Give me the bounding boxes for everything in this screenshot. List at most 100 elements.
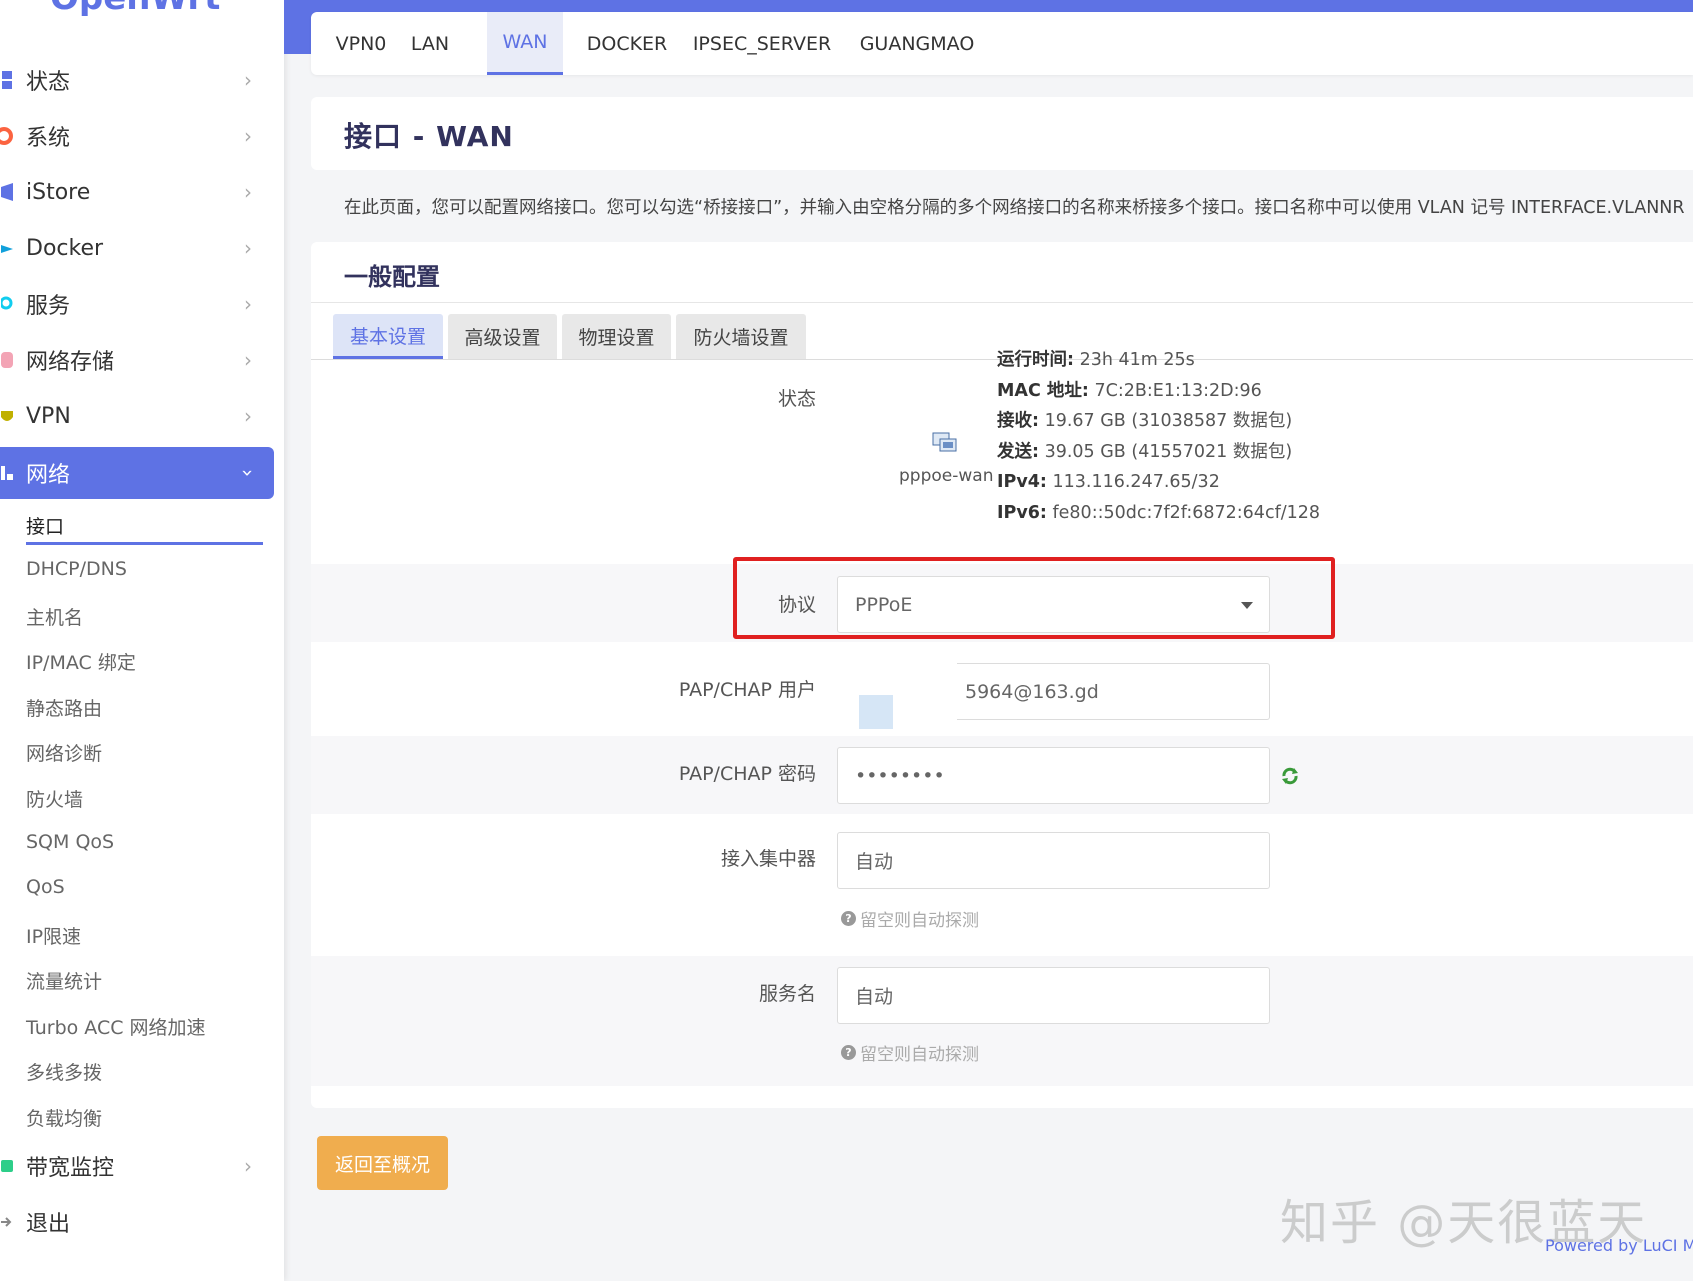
gear-icon (0, 126, 14, 146)
tab-lan[interactable]: LAN (398, 12, 462, 75)
status-details: 运行时间: 23h 41m 25s MAC 地址: 7C:2B:E1:13:2D… (997, 345, 1320, 528)
docker-icon (0, 238, 14, 258)
subtab-advanced[interactable]: 高级设置 (448, 314, 557, 359)
sidebar-item-label: 服务 (26, 294, 71, 319)
chevron-right-icon: › (244, 404, 252, 428)
subtab-physical[interactable]: 物理设置 (562, 314, 671, 359)
interface-tabs: VPN0 LAN WAN DOCKER IPSEC_SERVER GUANGMA… (311, 12, 1693, 75)
general-config-card: 一般配置 基本设置 高级设置 物理设置 防火墙设置 状态 pppoe-wan 运… (311, 242, 1693, 1108)
back-to-overview-button[interactable]: 返回至概况 (317, 1136, 448, 1190)
sidebar-item-bandwidth[interactable]: 带宽监控 › (0, 1140, 274, 1192)
services-icon (0, 294, 14, 314)
status-label: 状态 (777, 388, 816, 410)
sidebar-item-vpn[interactable]: VPN › (0, 390, 274, 442)
chevron-right-icon: › (244, 348, 252, 372)
status-uptime: 运行时间: 23h 41m 25s (997, 350, 1195, 370)
active-underline (26, 542, 263, 545)
status-tx: 发送: 39.05 GB (41557021 数据包) (997, 441, 1293, 462)
concentrator-hint: ? 留空则自动探测 (841, 906, 979, 931)
sidebar-sub-ipmac[interactable]: IP/MAC 绑定 (26, 648, 136, 675)
chevron-right-icon: › (244, 180, 252, 204)
sidebar-sub-turboacc[interactable]: Turbo ACC 网络加速 (26, 1013, 206, 1040)
section-title: 一般配置 (344, 263, 440, 291)
concentrator-input[interactable]: 自动 (837, 832, 1270, 889)
sidebar-item-label: 网络 (26, 463, 71, 488)
sidebar-sub-sqm[interactable]: SQM QoS (26, 831, 114, 853)
chevron-right-icon: › (244, 1154, 252, 1178)
sidebar-item-label: 网络存储 (26, 350, 115, 375)
divider (311, 302, 1693, 303)
page-description: 在此页面，您可以配置网络接口。您可以勾选“桥接接口”，并输入由空格分隔的多个网络… (344, 198, 1693, 218)
logo: OpenWrt (50, 0, 220, 18)
password-label: PAP/CHAP 密码 (678, 763, 816, 785)
cube-icon (0, 182, 14, 202)
database-icon (0, 350, 14, 370)
tab-docker[interactable]: DOCKER (572, 12, 682, 75)
sidebar-sub-multidial[interactable]: 多线多拨 (26, 1058, 102, 1085)
monitor-icon (0, 1156, 14, 1176)
service-hint: ? 留空则自动探测 (841, 1040, 979, 1065)
network-icon (0, 463, 14, 483)
sidebar-sub-traffic[interactable]: 流量统计 (26, 967, 102, 994)
service-input[interactable]: 自动 (837, 967, 1270, 1024)
password-value: •••••••• (855, 764, 945, 787)
sidebar-item-docker[interactable]: Docker › (0, 222, 274, 274)
sidebar-item-storage[interactable]: 网络存储 › (0, 334, 274, 386)
sidebar-item-network[interactable]: 网络 › (0, 447, 274, 499)
tab-ipsec-server[interactable]: IPSEC_SERVER (684, 12, 840, 75)
dashboard-icon (0, 70, 14, 90)
sidebar: OpenWrt 状态 › 系统 › iStore › Docker › 服务 ›… (0, 0, 284, 1281)
status-ipv4: IPv4: 113.116.247.65/32 (997, 472, 1220, 492)
title-card: 接口 - WAN (311, 97, 1693, 170)
sidebar-sub-dhcp[interactable]: DHCP/DNS (26, 558, 127, 580)
subtab-basic[interactable]: 基本设置 (333, 314, 443, 359)
chevron-right-icon: › (244, 292, 252, 316)
concentrator-label: 接入集中器 (720, 848, 816, 870)
sidebar-sub-diagnostics[interactable]: 网络诊断 (26, 739, 102, 766)
sidebar-item-label: 带宽监控 (26, 1156, 115, 1181)
status-ipv6: IPv6: fe80::50dc:7f2f:6872:64cf/128 (997, 502, 1321, 523)
sidebar-item-label: 状态 (26, 70, 71, 95)
service-placeholder: 自动 (855, 986, 894, 1008)
sidebar-item-label: iStore (26, 179, 91, 205)
help-icon: ? (841, 911, 856, 926)
sidebar-sub-hostnames[interactable]: 主机名 (26, 603, 83, 630)
sidebar-sub-interfaces[interactable]: 接口 (26, 512, 64, 539)
sidebar-item-logout[interactable]: 退出 (0, 1196, 274, 1248)
chevron-right-icon: › (244, 236, 252, 260)
sidebar-item-system[interactable]: 系统 › (0, 110, 274, 162)
chevron-right-icon: › (244, 124, 252, 148)
password-input[interactable]: •••••••• (837, 747, 1270, 804)
powered-by-link[interactable]: Powered by LuCI M (1545, 1236, 1693, 1255)
sidebar-sub-routes[interactable]: 静态路由 (26, 694, 102, 721)
service-label: 服务名 (758, 983, 816, 1005)
highlight-box (733, 557, 1335, 639)
tab-guangmao[interactable]: GUANGMAO (842, 12, 992, 75)
status-interface-name: pppoe-wan (899, 466, 994, 486)
concentrator-placeholder: 自动 (855, 851, 894, 873)
sidebar-item-label: VPN (26, 403, 71, 429)
sidebar-item-services[interactable]: 服务 › (0, 278, 274, 330)
sidebar-item-istore[interactable]: iStore › (0, 166, 274, 218)
sidebar-sub-firewall[interactable]: 防火墙 (26, 785, 83, 812)
page-title: 接口 - WAN (344, 120, 514, 153)
logout-icon (0, 1212, 14, 1232)
sidebar-item-status[interactable]: 状态 › (0, 54, 274, 106)
chevron-right-icon: › (244, 68, 252, 92)
vpn-icon (0, 406, 14, 426)
username-label: PAP/CHAP 用户 (678, 679, 816, 701)
redaction-square (859, 695, 893, 729)
status-rx: 接收: 19.67 GB (31038587 数据包) (997, 411, 1293, 431)
help-icon: ? (841, 1045, 856, 1060)
reveal-password-icon[interactable] (1280, 766, 1300, 786)
sidebar-item-label: 系统 (26, 126, 71, 151)
subtab-firewall[interactable]: 防火墙设置 (676, 314, 806, 359)
username-value: 5964@163.gd (965, 680, 1099, 703)
sidebar-sub-loadbalance[interactable]: 负载均衡 (26, 1104, 102, 1131)
tab-vpn0[interactable]: VPN0 (324, 12, 398, 75)
chevron-down-icon: › (236, 469, 260, 477)
tab-wan[interactable]: WAN (487, 12, 563, 75)
sidebar-sub-qos[interactable]: QoS (26, 876, 65, 898)
sidebar-item-label: Docker (26, 235, 104, 261)
sidebar-sub-iplimit[interactable]: IP限速 (26, 922, 81, 949)
